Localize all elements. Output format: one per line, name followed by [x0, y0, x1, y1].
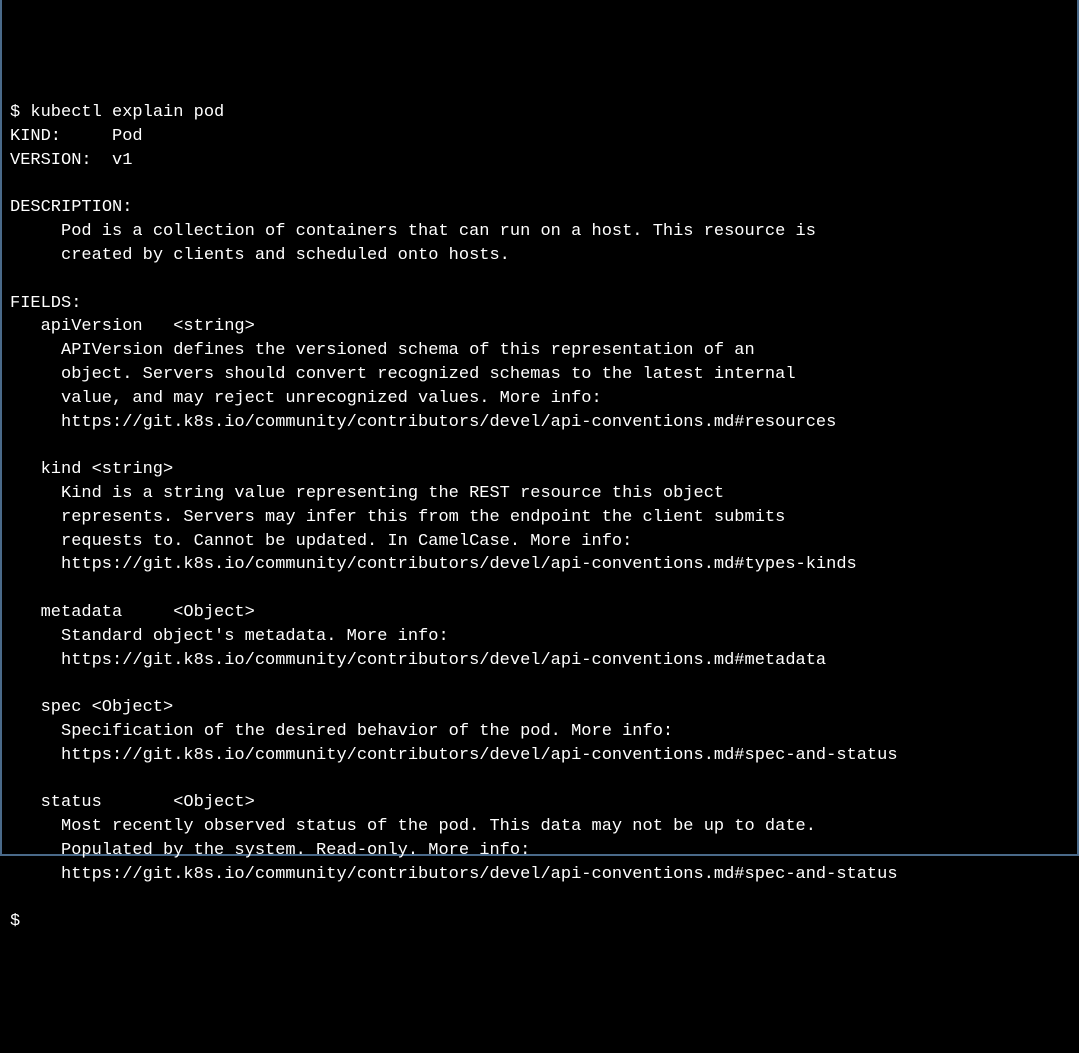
field-desc: Most recently observed status of the pod… — [10, 815, 1069, 839]
field-desc: represents. Servers may infer this from … — [10, 506, 1069, 530]
version-line: VERSION: v1 — [10, 149, 1069, 173]
blank-line — [10, 768, 1069, 792]
field-desc: APIVersion defines the versioned schema … — [10, 339, 1069, 363]
prompt: $ — [10, 103, 30, 122]
field-name-kind: kind <string> — [10, 458, 1069, 482]
field-desc: Specification of the desired behavior of… — [10, 720, 1069, 744]
description-text: Pod is a collection of containers that c… — [10, 220, 1069, 244]
field-name-status: status <Object> — [10, 791, 1069, 815]
field-name-metadata: metadata <Object> — [10, 601, 1069, 625]
blank-line — [10, 268, 1069, 292]
field-name-spec: spec <Object> — [10, 696, 1069, 720]
field-desc: Kind is a string value representing the … — [10, 482, 1069, 506]
field-desc: https://git.k8s.io/community/contributor… — [10, 411, 1069, 435]
terminal-output[interactable]: $ kubectl explain podKIND: PodVERSION: v… — [10, 101, 1069, 934]
blank-line — [10, 434, 1069, 458]
blank-line — [10, 886, 1069, 910]
command-text: kubectl explain pod — [30, 103, 224, 122]
blank-line — [10, 577, 1069, 601]
field-desc: https://git.k8s.io/community/contributor… — [10, 863, 1069, 887]
field-desc: object. Servers should convert recognize… — [10, 363, 1069, 387]
field-name-apiversion: apiVersion <string> — [10, 315, 1069, 339]
field-desc: https://git.k8s.io/community/contributor… — [10, 649, 1069, 673]
field-desc: Populated by the system. Read-only. More… — [10, 839, 1069, 863]
blank-line — [10, 672, 1069, 696]
field-desc: https://git.k8s.io/community/contributor… — [10, 744, 1069, 768]
field-desc: value, and may reject unrecognized value… — [10, 387, 1069, 411]
command-line: $ kubectl explain pod — [10, 101, 1069, 125]
blank-line — [10, 173, 1069, 197]
description-header: DESCRIPTION: — [10, 196, 1069, 220]
kind-line: KIND: Pod — [10, 125, 1069, 149]
description-text: created by clients and scheduled onto ho… — [10, 244, 1069, 268]
field-desc: https://git.k8s.io/community/contributor… — [10, 553, 1069, 577]
field-desc: requests to. Cannot be updated. In Camel… — [10, 530, 1069, 554]
field-desc: Standard object's metadata. More info: — [10, 625, 1069, 649]
fields-header: FIELDS: — [10, 292, 1069, 316]
prompt-ready[interactable]: $ — [10, 910, 1069, 934]
